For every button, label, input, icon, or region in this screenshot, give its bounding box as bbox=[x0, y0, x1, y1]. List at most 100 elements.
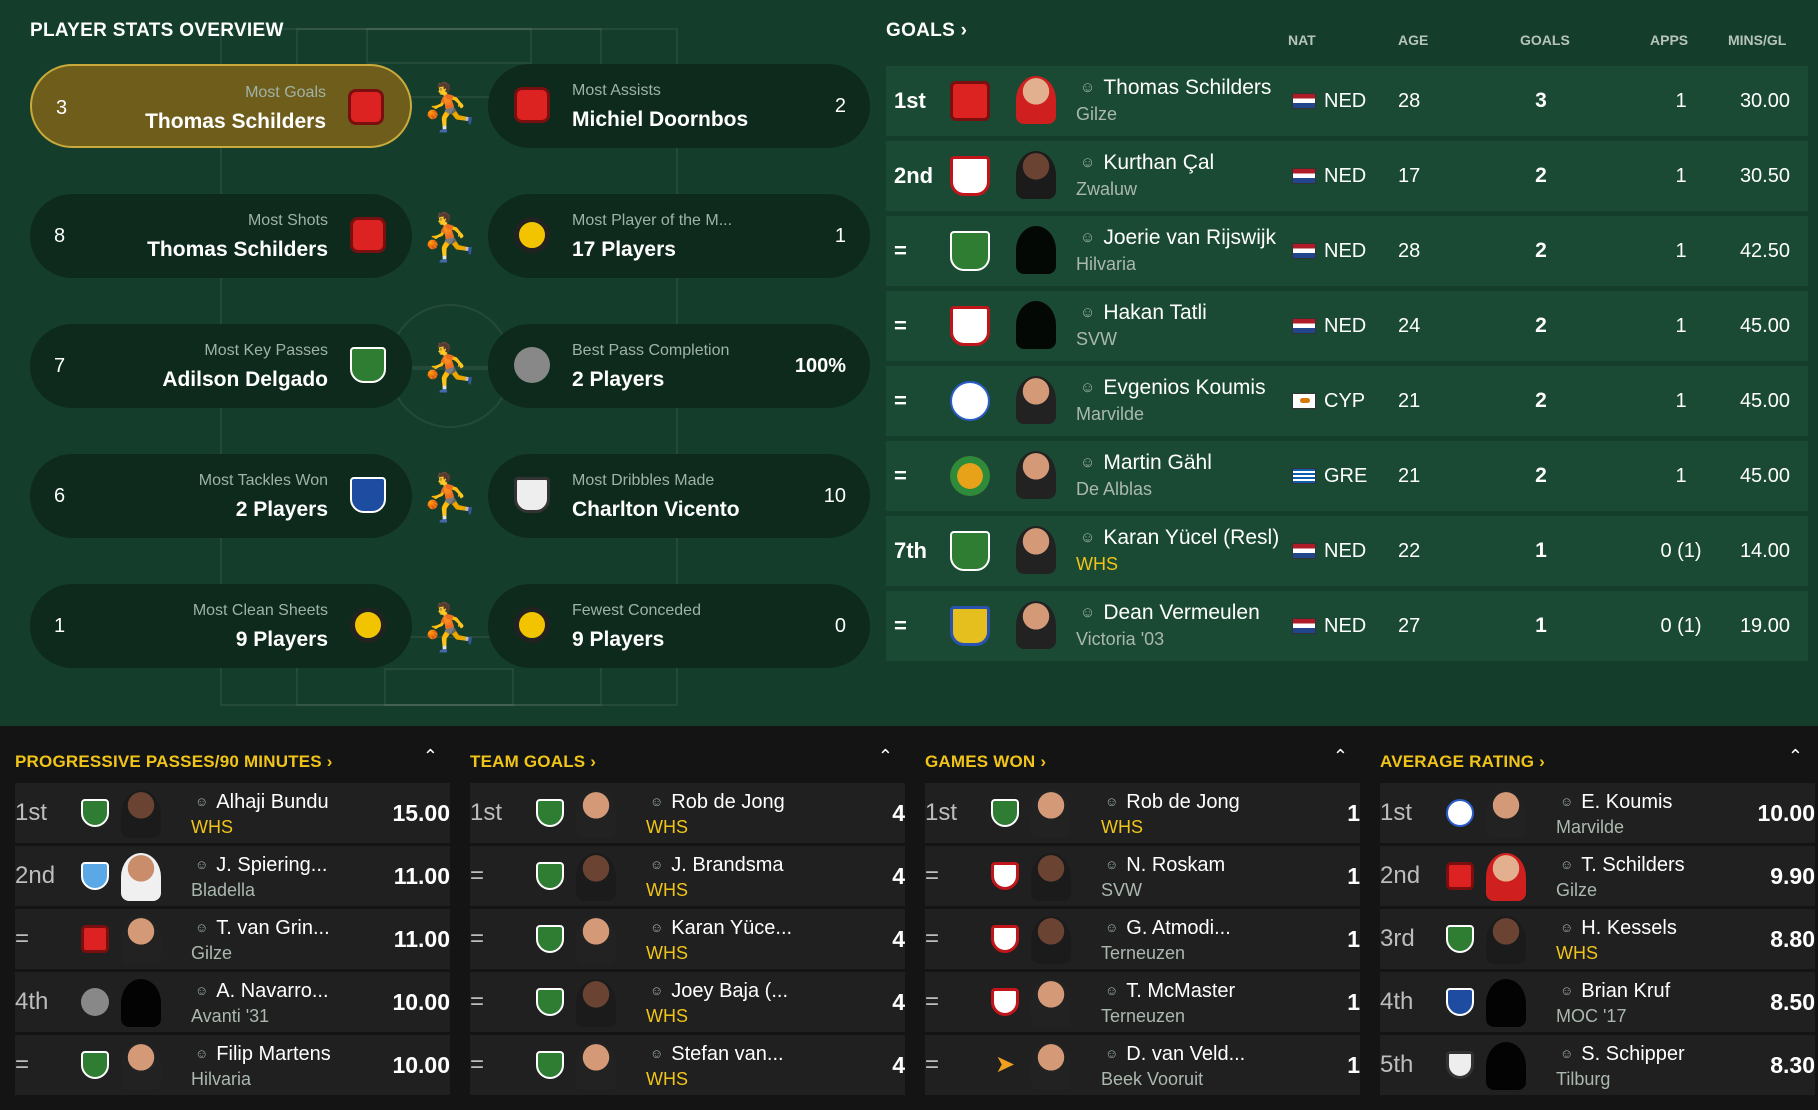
yellow-c-crest-icon[interactable] bbox=[514, 607, 550, 643]
table-row[interactable]: 7th Karan Yücel (Resl) WHS NED 22 1 0 (1… bbox=[886, 516, 1808, 586]
player-name[interactable]: H. Kessels bbox=[1560, 917, 1677, 940]
gilze-crest-icon[interactable] bbox=[1446, 862, 1474, 890]
blue-white-crest-icon[interactable] bbox=[350, 477, 386, 513]
list-item[interactable]: 1st Rob de Jong WHS 4 bbox=[470, 783, 905, 843]
club-name[interactable]: SVW bbox=[1101, 880, 1142, 901]
avatar[interactable] bbox=[1016, 526, 1056, 574]
collapse-chevron-icon[interactable]: ⌃ bbox=[1333, 746, 1348, 767]
svw-crest-icon[interactable] bbox=[991, 862, 1019, 890]
card-player-name[interactable]: Michiel Doornbos bbox=[572, 108, 748, 132]
hilvaria-crest-icon[interactable] bbox=[950, 231, 990, 271]
table-row[interactable]: = Joerie van Rijswijk Hilvaria NED 28 2 … bbox=[886, 216, 1808, 286]
avatar[interactable] bbox=[1016, 451, 1056, 499]
player-name[interactable]: Joerie van Rijswijk bbox=[1080, 226, 1276, 250]
player-name[interactable]: Evgenios Koumis bbox=[1080, 376, 1265, 400]
list-item[interactable]: 1st E. Koumis Marvilde 10.00 bbox=[1380, 783, 1815, 843]
avatar[interactable] bbox=[1016, 376, 1056, 424]
de-alblas-crest-icon[interactable] bbox=[950, 456, 990, 496]
list-item[interactable]: = ➤ D. van Veld... Beek Vooruit 1 bbox=[925, 1035, 1360, 1095]
list-item[interactable]: 1st Rob de Jong WHS 1 bbox=[925, 783, 1360, 843]
avatar[interactable] bbox=[1016, 76, 1056, 124]
club-name[interactable]: Gilze bbox=[1076, 104, 1117, 125]
beek-vooruit-crest-icon[interactable]: ➤ bbox=[991, 1051, 1019, 1079]
player-name[interactable]: Rob de Jong bbox=[1105, 791, 1239, 814]
club-name[interactable]: Tilburg bbox=[1556, 1069, 1610, 1090]
list-item[interactable]: = T. McMaster Terneuzen 1 bbox=[925, 972, 1360, 1032]
gilze-crest-icon[interactable] bbox=[350, 217, 386, 253]
most-dribbles-card[interactable]: Most Dribbles Made Charlton Vicento 10 bbox=[488, 454, 870, 538]
avatar[interactable] bbox=[576, 1042, 616, 1090]
list-item[interactable]: 3rd H. Kessels WHS 8.80 bbox=[1380, 909, 1815, 969]
table-row[interactable]: 2nd Kurthan Çal Zwaluw NED 17 2 1 30.50 bbox=[886, 141, 1808, 211]
moc-crest-icon[interactable] bbox=[1446, 988, 1474, 1016]
club-name[interactable]: Avanti '31 bbox=[191, 1006, 269, 1027]
whs-crest-icon[interactable] bbox=[950, 531, 990, 571]
most-assists-card[interactable]: Most Assists Michiel Doornbos 2 bbox=[488, 64, 870, 148]
avanti-crest-icon[interactable] bbox=[81, 988, 109, 1016]
list-item[interactable]: 4th Brian Kruf MOC '17 8.50 bbox=[1380, 972, 1815, 1032]
best-pass-completion-card[interactable]: Best Pass Completion 2 Players 100% bbox=[488, 324, 870, 408]
club-name[interactable]: MOC '17 bbox=[1556, 1006, 1626, 1027]
team-goals-title-link[interactable]: TEAM GOALS › bbox=[470, 752, 596, 772]
gilze-crest-icon[interactable] bbox=[81, 925, 109, 953]
col-apps[interactable]: APPS bbox=[1650, 32, 1688, 48]
avatar[interactable] bbox=[121, 916, 161, 964]
list-item[interactable]: = Karan Yüce... WHS 4 bbox=[470, 909, 905, 969]
avatar[interactable] bbox=[1031, 979, 1071, 1027]
player-name[interactable]: E. Koumis bbox=[1560, 791, 1672, 814]
club-name[interactable]: WHS bbox=[646, 1069, 688, 1090]
card-player-name[interactable]: Charlton Vicento bbox=[572, 498, 740, 522]
bladella-crest-icon[interactable] bbox=[81, 862, 109, 890]
whs-crest-icon[interactable] bbox=[536, 799, 564, 827]
collapse-chevron-icon[interactable]: ⌃ bbox=[423, 746, 438, 767]
whs-crest-icon[interactable] bbox=[536, 862, 564, 890]
fewest-conceded-card[interactable]: Fewest Conceded 9 Players 0 bbox=[488, 584, 870, 668]
avatar[interactable] bbox=[121, 979, 161, 1027]
terneuzen-crest-icon[interactable] bbox=[991, 988, 1019, 1016]
table-row[interactable]: 1st Thomas Schilders Gilze NED 28 3 1 30… bbox=[886, 66, 1808, 136]
marvilde-crest-icon[interactable] bbox=[950, 381, 990, 421]
club-name[interactable]: Marvilde bbox=[1076, 404, 1144, 425]
card-player-name[interactable]: Thomas Schilders bbox=[145, 110, 326, 134]
svw-crest-icon[interactable] bbox=[950, 306, 990, 346]
whs-crest-icon[interactable] bbox=[1446, 925, 1474, 953]
table-row[interactable]: = Martin Gähl De Alblas GRE 21 2 1 45.00 bbox=[886, 441, 1808, 511]
table-row[interactable]: = Hakan Tatli SVW NED 24 2 1 45.00 bbox=[886, 291, 1808, 361]
avatar[interactable] bbox=[1031, 853, 1071, 901]
list-item[interactable]: 4th A. Navarro... Avanti '31 10.00 bbox=[15, 972, 450, 1032]
club-name[interactable]: Gilze bbox=[191, 943, 232, 964]
club-name[interactable]: WHS bbox=[191, 817, 233, 838]
progressive-passes-title-link[interactable]: PROGRESSIVE PASSES/90 MINUTES › bbox=[15, 752, 333, 772]
club-name[interactable]: Hilvaria bbox=[191, 1069, 251, 1090]
whs-crest-icon[interactable] bbox=[536, 988, 564, 1016]
player-name[interactable]: Stefan van... bbox=[650, 1043, 783, 1066]
col-nat[interactable]: NAT bbox=[1288, 32, 1316, 48]
yellow-c-crest-icon[interactable] bbox=[350, 607, 386, 643]
club-name[interactable]: WHS bbox=[646, 880, 688, 901]
player-name[interactable]: Martin Gähl bbox=[1080, 451, 1212, 475]
club-name[interactable]: WHS bbox=[646, 943, 688, 964]
club-name[interactable]: Beek Vooruit bbox=[1101, 1069, 1203, 1090]
col-goals[interactable]: GOALS bbox=[1520, 32, 1570, 48]
average-rating-title-link[interactable]: AVERAGE RATING › bbox=[1380, 752, 1545, 772]
avatar[interactable] bbox=[1031, 790, 1071, 838]
player-name[interactable]: Rob de Jong bbox=[650, 791, 784, 814]
club-name[interactable]: Victoria '03 bbox=[1076, 629, 1164, 650]
club-name[interactable]: Gilze bbox=[1556, 880, 1597, 901]
card-player-name[interactable]: Adilson Delgado bbox=[162, 368, 328, 392]
avatar[interactable] bbox=[1486, 1042, 1526, 1090]
table-row[interactable]: = Evgenios Koumis Marvilde CYP 21 2 1 45… bbox=[886, 366, 1808, 436]
gilze-crest-icon[interactable] bbox=[514, 87, 550, 123]
club-name[interactable]: Terneuzen bbox=[1101, 1006, 1185, 1027]
col-mins-per-goal[interactable]: MINS/GL bbox=[1728, 32, 1786, 48]
terneuzen-crest-icon[interactable] bbox=[991, 925, 1019, 953]
list-item[interactable]: 2nd J. Spiering... Bladella 11.00 bbox=[15, 846, 450, 906]
club-name[interactable]: Hilvaria bbox=[1076, 254, 1136, 275]
avatar[interactable] bbox=[1486, 979, 1526, 1027]
table-row[interactable]: = Dean Vermeulen Victoria '03 NED 27 1 0… bbox=[886, 591, 1808, 661]
avatar[interactable] bbox=[1031, 1042, 1071, 1090]
club-name[interactable]: WHS bbox=[1101, 817, 1143, 838]
avatar[interactable] bbox=[1016, 601, 1056, 649]
list-item[interactable]: = Joey Baja (... WHS 4 bbox=[470, 972, 905, 1032]
list-item[interactable]: = T. van Grin... Gilze 11.00 bbox=[15, 909, 450, 969]
